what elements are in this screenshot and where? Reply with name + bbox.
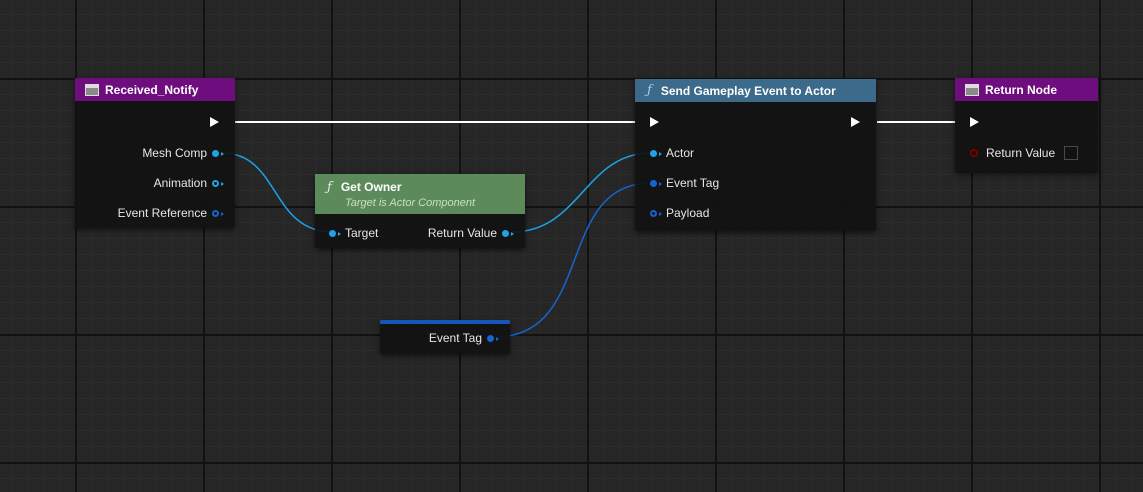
get-owner-subtitle: Target is Actor Component (345, 197, 476, 209)
wire-owner-to-actor (511, 152, 652, 233)
payload-label: Payload (666, 206, 710, 220)
event-tag-variable-pin[interactable] (487, 334, 499, 342)
payload-pin[interactable] (650, 209, 662, 217)
return-node[interactable]: Return Node Return Value (955, 78, 1098, 173)
mesh-comp-pin[interactable] (212, 149, 224, 157)
animation-pin[interactable] (212, 179, 224, 187)
function-icon: ƒ (647, 83, 652, 98)
event-reference-label: Event Reference (117, 206, 207, 220)
exec-output-pin[interactable] (210, 117, 219, 127)
exec-output-pin[interactable] (851, 117, 860, 127)
event-tag-pin[interactable] (650, 179, 662, 187)
received-notify-title: Received_Notify (105, 82, 199, 97)
event-reference-pin[interactable] (212, 209, 224, 217)
wire-layer (221, 121, 956, 338)
get-owner-title: Get Owner (340, 180, 402, 194)
exec-input-pin[interactable] (970, 117, 979, 127)
return-value-pin[interactable] (970, 149, 978, 157)
owner-return-value-label: Return Value (427, 226, 497, 240)
return-value-pin-row[interactable]: Return Value (970, 146, 1079, 160)
exec-input-pin[interactable] (650, 117, 659, 127)
function-icon: ƒ (327, 180, 332, 195)
event-node-icon (85, 83, 99, 96)
target-pin[interactable] (329, 229, 341, 237)
payload-pin-row[interactable]: Payload (650, 206, 709, 220)
mesh-comp-label: Mesh Comp (142, 146, 207, 160)
owner-return-value-pin-row[interactable]: Return Value (427, 226, 514, 240)
send-gameplay-event-title: Send Gameplay Event to Actor (660, 83, 836, 98)
event-tag-label: Event Tag (666, 176, 720, 190)
received-notify-header[interactable]: Received_Notify (75, 78, 235, 101)
send-gameplay-event-node[interactable]: ƒ Send Gameplay Event to Actor Actor Eve… (635, 79, 876, 231)
event-reference-pin-row[interactable]: Event Reference (117, 206, 224, 220)
actor-pin-row[interactable]: Actor (650, 146, 694, 160)
return-node-title: Return Node (985, 82, 1057, 97)
return-value-checkbox[interactable] (1064, 146, 1079, 160)
event-tag-variable-node[interactable]: Event Tag (380, 320, 510, 354)
owner-return-value-pin[interactable] (502, 229, 514, 237)
event-tag-variable-label: Event Tag (428, 331, 482, 345)
target-label: Target (345, 226, 379, 240)
return-value-label: Return Value (986, 146, 1056, 160)
animation-label: Animation (153, 176, 207, 190)
received-notify-node[interactable]: Received_Notify Mesh Comp Animation Even… (75, 78, 235, 228)
get-owner-node[interactable]: ƒ Get Owner Target is Actor Component Ta… (315, 174, 525, 248)
animation-pin-row[interactable]: Animation (153, 176, 224, 190)
actor-pin[interactable] (650, 149, 662, 157)
return-node-icon (965, 83, 979, 96)
event-tag-pin-row[interactable]: Event Tag (650, 176, 719, 190)
actor-label: Actor (666, 146, 695, 160)
mesh-comp-pin-row[interactable]: Mesh Comp (142, 146, 224, 160)
return-node-header[interactable]: Return Node (955, 78, 1098, 101)
target-pin-row[interactable]: Target (329, 226, 378, 240)
event-tag-variable-pin-row[interactable]: Event Tag (428, 331, 499, 345)
send-gameplay-event-header[interactable]: ƒ Send Gameplay Event to Actor (635, 79, 876, 102)
